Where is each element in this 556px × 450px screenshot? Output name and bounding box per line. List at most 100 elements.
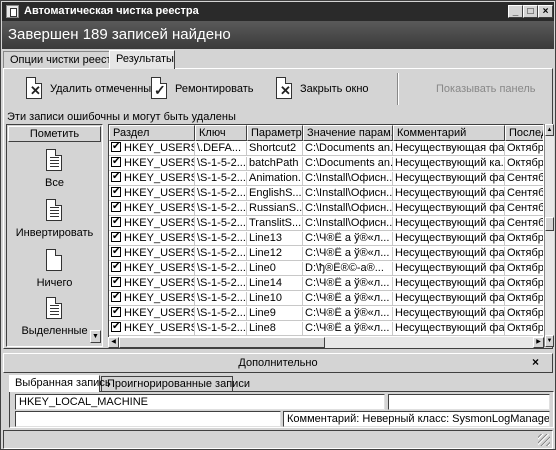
comment-field: Комментарий: Неверный класс: SysmonLogMa…: [283, 411, 550, 427]
cell-section: HKEY_USERS: [109, 262, 195, 276]
cell-last: Октябр: [505, 292, 543, 306]
resize-grip[interactable]: [538, 434, 550, 446]
cell-last: Октябр: [505, 277, 543, 291]
cell-last: Сентяб: [505, 202, 543, 216]
cell-section-text: HKEY_USERS: [124, 202, 195, 214]
cell-comment: Несуществующий фа...: [393, 247, 505, 261]
table-row[interactable]: HKEY_USERS\S-1-5-2...TranslitS...C:\Inst…: [109, 217, 543, 231]
scroll-up-arrow[interactable]: ▲: [545, 124, 554, 136]
row-checkbox[interactable]: [111, 202, 121, 213]
column-header-section[interactable]: Раздел: [109, 125, 195, 141]
table-row[interactable]: HKEY_USERS\.DEFA...Shortcut2C:\Documents…: [109, 142, 543, 156]
cell-key: \S-1-5-2...: [195, 247, 247, 261]
cell-last: Октябр: [505, 307, 543, 321]
tab-results[interactable]: Результаты: [109, 50, 175, 69]
scroll-left-arrow[interactable]: ◀: [108, 337, 119, 348]
mark-highlighted-button[interactable]: Выделенные: [7, 295, 102, 337]
cell-section: HKEY_USERS: [109, 247, 195, 261]
cell-comment: Несуществующий фа...: [393, 202, 505, 216]
table-row[interactable]: HKEY_USERS\S-1-5-2...Line8C:\Ч®Ё а ў®«л.…: [109, 322, 543, 336]
grid-vertical-scrollbar[interactable]: ▲ ▼: [544, 124, 554, 347]
table-row[interactable]: HKEY_USERS\S-1-5-2...Line0D:\ђ®Ё®©-а®...…: [109, 262, 543, 276]
cell-value: D:\ђ®Ё®©-а®...: [303, 262, 393, 276]
results-hint: Эти записи ошибочны и могут быть удалены: [7, 111, 236, 123]
mark-all-label: Все: [45, 177, 64, 189]
row-checkbox[interactable]: [111, 292, 121, 303]
scroll-down-arrow[interactable]: ▼: [545, 335, 554, 347]
tab-cleaning-options[interactable]: Опции чистки реестра: [3, 51, 124, 68]
delete-selected-button[interactable]: ✕ Удалить отмеченные: [24, 71, 157, 107]
tab-ignored-records[interactable]: Проигнорированные записи: [101, 376, 250, 392]
row-checkbox[interactable]: [111, 307, 121, 318]
grid-horizontal-scrollbar[interactable]: ◀ ▶: [108, 337, 544, 348]
row-checkbox[interactable]: [111, 187, 121, 198]
repair-button[interactable]: ✓ Ремонтировать: [149, 71, 254, 107]
show-panel-button[interactable]: Показывать панель: [436, 71, 536, 107]
cell-parameter: RussianS...: [247, 202, 303, 216]
mark-panel-scroll-down[interactable]: ▼: [90, 330, 101, 343]
cell-key: \S-1-5-2...: [195, 232, 247, 246]
cell-value: C:\Install\Офисн...: [303, 172, 393, 186]
cell-section-text: HKEY_USERS: [124, 187, 195, 199]
table-row[interactable]: HKEY_USERS\S-1-5-2...Line13C:\Ч®Ё а ў®«л…: [109, 232, 543, 246]
table-row[interactable]: HKEY_USERS\S-1-5-2...Line10C:\Ч®Ё а ў®«л…: [109, 292, 543, 306]
row-checkbox[interactable]: [111, 157, 121, 168]
cell-section-text: HKEY_USERS: [124, 322, 195, 334]
row-checkbox[interactable]: [111, 247, 121, 258]
mark-panel-header: Пометить: [8, 126, 101, 142]
row-checkbox[interactable]: [111, 262, 121, 273]
cell-last: Октябр: [505, 157, 543, 171]
mark-none-button[interactable]: Ничего: [7, 247, 102, 289]
cell-section: HKEY_USERS: [109, 157, 195, 171]
selected-section-field: HKEY_LOCAL_MACHINE: [15, 394, 385, 410]
table-row[interactable]: HKEY_USERS\S-1-5-2...batchPathC:\Documen…: [109, 157, 543, 171]
mark-all-button[interactable]: Все: [7, 147, 102, 189]
details-field-blank: [15, 411, 281, 427]
table-row[interactable]: HKEY_USERS\S-1-5-2...Line9C:\Ч®Ё а ў®«л.…: [109, 307, 543, 321]
cell-value: C:\Ч®Ё а ў®«л...: [303, 232, 393, 246]
table-row[interactable]: HKEY_USERS\S-1-5-2...RussianS...C:\Insta…: [109, 202, 543, 216]
column-header-last[interactable]: Послед: [505, 125, 543, 141]
status-banner: Завершен 189 записей найдено: [2, 21, 554, 49]
row-checkbox[interactable]: [111, 142, 121, 153]
table-row[interactable]: HKEY_USERS\S-1-5-2...Line14C:\Ч®Ё а ў®«л…: [109, 277, 543, 291]
cell-last: Сентяб: [505, 217, 543, 231]
details-field-empty: [388, 394, 550, 410]
cell-parameter: Line9: [247, 307, 303, 321]
column-header-value[interactable]: Значение парам...: [303, 125, 393, 141]
status-bar: [3, 430, 553, 449]
cell-section-text: HKEY_USERS: [124, 142, 195, 154]
row-checkbox[interactable]: [111, 277, 121, 288]
cell-value: C:\Ч®Ё а ў®«л...: [303, 277, 393, 291]
tab-selected-record[interactable]: Выбранная запись: [9, 375, 111, 392]
scroll-right-arrow[interactable]: ▶: [533, 337, 544, 348]
additional-panel-header: Дополнительно: [3, 353, 553, 373]
minimize-button[interactable]: _: [508, 5, 523, 18]
column-header-parameter[interactable]: Параметр: [247, 125, 303, 141]
cell-last: Октябр: [505, 247, 543, 261]
cell-value: C:\Documents an...: [303, 142, 393, 156]
title-bar[interactable]: Автоматическая чистка реестра _ □ ×: [2, 2, 554, 21]
column-header-comment[interactable]: Комментарий: [393, 125, 505, 141]
row-checkbox[interactable]: [111, 217, 121, 228]
close-window-label: Закрыть окно: [300, 83, 369, 95]
close-window-button[interactable]: ✕ Закрыть окно: [274, 71, 369, 107]
horizontal-scroll-thumb[interactable]: [119, 337, 325, 348]
cell-key: \S-1-5-2...: [195, 202, 247, 216]
cell-parameter: Line8: [247, 322, 303, 336]
row-checkbox[interactable]: [111, 232, 121, 243]
select-highlighted-icon: [44, 295, 66, 323]
maximize-button[interactable]: □: [523, 5, 538, 18]
additional-panel-close-icon[interactable]: ×: [532, 355, 539, 369]
vertical-scroll-thumb[interactable]: [545, 217, 554, 231]
cell-comment: Несуществующий фа...: [393, 292, 505, 306]
cell-comment: Несуществующий фа...: [393, 172, 505, 186]
row-checkbox[interactable]: [111, 172, 121, 183]
close-button[interactable]: ×: [538, 5, 553, 18]
table-row[interactable]: HKEY_USERS\S-1-5-2...Animation...C:\Inst…: [109, 172, 543, 186]
column-header-key[interactable]: Ключ: [195, 125, 247, 141]
table-row[interactable]: HKEY_USERS\S-1-5-2...EnglishS...C:\Insta…: [109, 187, 543, 201]
table-row[interactable]: HKEY_USERS\S-1-5-2...Line12C:\Ч®Ё а ў®«л…: [109, 247, 543, 261]
mark-invert-button[interactable]: Инвертировать: [7, 197, 102, 239]
row-checkbox[interactable]: [111, 322, 121, 333]
